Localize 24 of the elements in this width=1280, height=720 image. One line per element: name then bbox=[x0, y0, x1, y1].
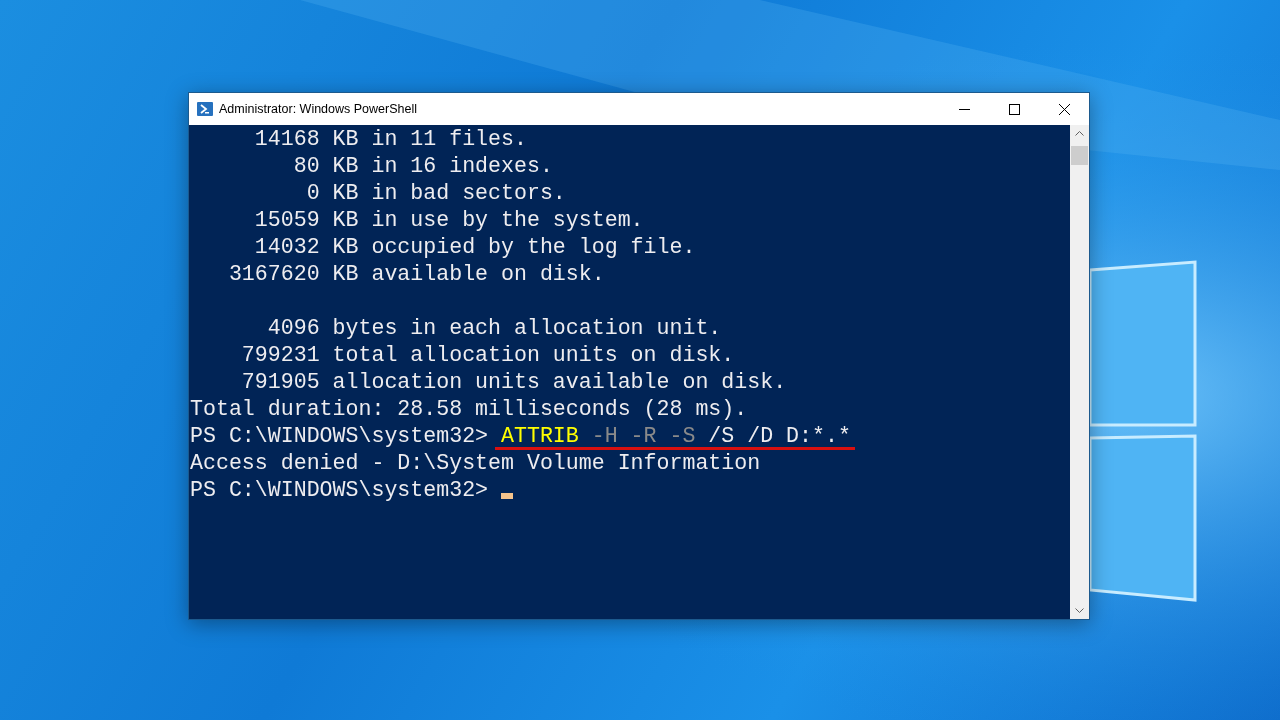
output-text: 0 KB in bad sectors. bbox=[305, 180, 566, 205]
prompt-text: PS C:\WINDOWS\system32> bbox=[190, 477, 490, 502]
output-text: 80 KB in 16 indexes. bbox=[292, 153, 553, 178]
output-text: 14032 KB occupied by the log file. bbox=[253, 234, 696, 259]
scroll-down-icon[interactable] bbox=[1075, 608, 1084, 613]
prompt-text: PS C:\WINDOWS\system32> bbox=[190, 423, 490, 448]
maximize-icon bbox=[1008, 103, 1020, 115]
window-title: Administrator: Windows PowerShell bbox=[219, 102, 418, 116]
output-text: 15059 KB in use by the system. bbox=[253, 207, 644, 232]
close-icon bbox=[1058, 103, 1070, 115]
scroll-thumb[interactable] bbox=[1071, 146, 1088, 165]
parameter-text: -H -R -S bbox=[591, 423, 696, 448]
powershell-icon bbox=[197, 101, 213, 117]
output-text: 799231 total allocation units on disk. bbox=[240, 342, 735, 367]
output-text: 3167620 KB available on disk. bbox=[227, 261, 605, 286]
output-text: 14168 KB in 11 files. bbox=[253, 126, 527, 151]
command-text: ATTRIB bbox=[501, 423, 580, 448]
output-text: Total duration: 28.58 milliseconds (28 ms). bbox=[190, 396, 748, 421]
output-text: 791905 allocation units available on disk. bbox=[240, 369, 787, 394]
output-text: 4096 bytes in each allocation unit. bbox=[266, 315, 722, 340]
scrollbar[interactable] bbox=[1070, 125, 1089, 619]
scroll-up-icon[interactable] bbox=[1075, 131, 1084, 136]
output-text: Access denied - D:\System Volume Information bbox=[190, 450, 761, 475]
output-text: /S /D D:*.* bbox=[707, 423, 851, 448]
